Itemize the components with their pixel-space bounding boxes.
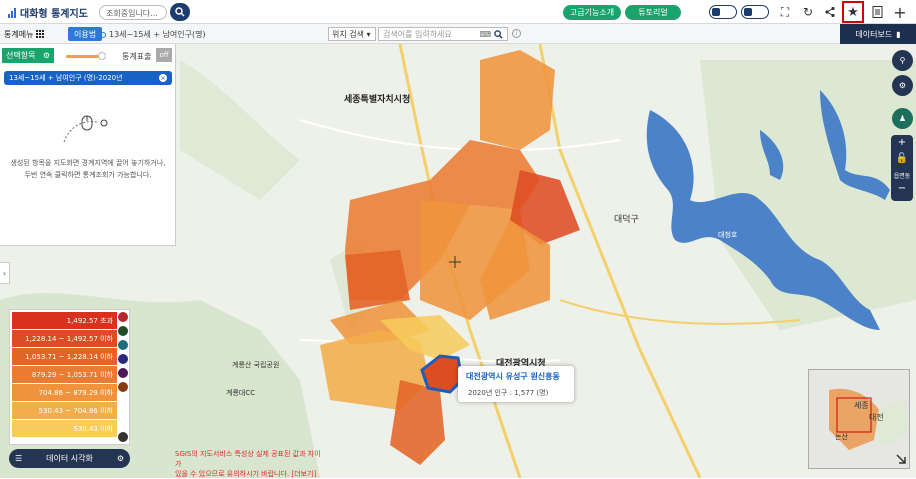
search-input[interactable]: 검색어를 입력하세요 ⌨	[378, 27, 508, 41]
stat-table-toggle[interactable]: off	[156, 48, 172, 62]
report-icon[interactable]	[869, 4, 885, 20]
stat-table-label: 통계표출	[122, 52, 152, 61]
zoom-in-button[interactable]: +	[891, 137, 913, 148]
map-label-gyeryong-cc: 계룡대CC	[226, 389, 256, 397]
app-title: 대화형 통계지도	[20, 9, 88, 20]
street-view-icon[interactable]: ♟	[892, 108, 913, 129]
single-map-toggle[interactable]	[709, 5, 737, 19]
radio-dot-icon	[100, 31, 106, 38]
chip-label: 13세~15세 + 남여인구 (명)-2020년	[9, 74, 123, 82]
zoom-level-label: 읍면동	[893, 173, 911, 180]
no-data-icon[interactable]	[118, 432, 128, 442]
legend-row[interactable]: 1,492.57 초과	[12, 312, 117, 329]
region-tooltip: 대전광역시 유성구 원신흥동 2020년 인구 : 1,577 (명)	[458, 366, 574, 402]
add-icon[interactable]: +	[892, 3, 908, 22]
usage-guide-button[interactable]: 이용법	[68, 27, 103, 41]
bookmark-star-button[interactable]: ★	[842, 1, 864, 23]
notice-text: SGIS의 지도서비스 특성상 실제 공표된 값과 차이가 있을 수 있으므로 …	[175, 450, 321, 478]
secondary-toolbar: 통계메뉴 이용법 13세~15세 + 남여인구(명) 위치 검색 ▾ 검색어를 …	[0, 24, 916, 44]
settings-gear-icon[interactable]: ⚙	[892, 75, 913, 96]
gear-icon: ⚙	[42, 51, 50, 60]
bar-chart-icon: ▮	[896, 29, 901, 39]
color-scheme-dot[interactable]	[118, 312, 128, 322]
select-item-label: 선택항목	[6, 51, 36, 60]
search-placeholder: 검색어를 입력하세요	[383, 29, 452, 39]
map-label-daedeok: 대덕구	[614, 215, 639, 225]
tutorial-button[interactable]: 튜토리얼	[625, 5, 681, 20]
help-text: 생성된 항목을 지도화면 경계지역에 끌어 놓기하거나, 두번 연속 클릭하면 …	[10, 159, 166, 179]
select-item-button[interactable]: 선택항목 ⚙	[2, 48, 54, 63]
search-icon[interactable]	[494, 29, 503, 39]
search-icon	[175, 7, 185, 17]
slider-handle[interactable]	[98, 52, 106, 60]
panel-expand-tab[interactable]: ›	[0, 262, 10, 284]
zoom-out-button[interactable]: −	[891, 183, 913, 194]
list-icon: ☰	[15, 454, 23, 463]
close-icon[interactable]: ×	[159, 74, 167, 82]
legend-row[interactable]: 879.29 ~ 1,053.71 이하	[12, 366, 117, 383]
color-scheme-dot[interactable]	[118, 326, 128, 336]
legend-row[interactable]: 530.43 ~ 704.86 이하	[12, 402, 117, 419]
color-scheme-dot[interactable]	[118, 340, 128, 350]
top-bar: 대화형 통계지도 조회중입니다... 고급기능소개 튜토리얼 ⛶ ↻ ★ +	[0, 0, 916, 24]
minimap-label-sejong: 세종	[854, 401, 869, 410]
refresh-icon[interactable]: ↻	[800, 4, 816, 20]
lock-icon[interactable]: 🔓	[891, 153, 913, 164]
minimap-canvas	[809, 370, 909, 468]
minimap-label-nonsan: 논산	[835, 433, 848, 441]
data-board-label: 데이터보드	[855, 29, 893, 39]
tooltip-region-name: 대전광역시 유성구 원신흥동	[466, 372, 560, 381]
select-panel: 선택항목 ⚙ 통계표출 off 13세~15세 + 남여인구 (명)-2020년…	[0, 44, 176, 246]
location-pin-icon[interactable]: ⚲	[892, 50, 913, 71]
stat-menu-label: 통계메뉴	[4, 29, 34, 39]
map-label-daecheong: 대청호	[718, 231, 738, 239]
color-scheme-dot[interactable]	[118, 382, 128, 392]
share-icon[interactable]	[822, 4, 838, 20]
color-scheme-dot[interactable]	[118, 368, 128, 378]
app-logo[interactable]: 대화형 통계지도	[8, 5, 88, 20]
color-scheme-dot[interactable]	[118, 354, 128, 364]
grid-icon	[36, 30, 45, 38]
minimap[interactable]: 세종 대전 논산	[808, 369, 910, 469]
map-label-gyeryong: 계룡산 국립공원	[232, 361, 280, 369]
map-label-sejong: 세종특별자치시청	[344, 95, 411, 105]
data-visualization-button[interactable]: ☰ 데이터 시각화 ⚙	[9, 449, 130, 468]
data-board-button[interactable]: 데이터보드 ▮	[840, 24, 916, 44]
legend-row[interactable]: 704.86 ~ 879.29 이하	[12, 384, 117, 401]
legend: 1,492.57 초과 1,228.14 ~ 1,492.57 이하 1,053…	[9, 309, 130, 445]
minimap-label-daejeon: 대전	[869, 413, 884, 422]
keyboard-icon[interactable]: ⌨	[479, 30, 491, 39]
zoom-control: + 🔓 읍면동 −	[891, 135, 913, 201]
legend-row[interactable]: 1,228.14 ~ 1,492.57 이하	[12, 330, 117, 347]
advanced-features-button[interactable]: 고급기능소개	[563, 5, 621, 20]
location-select[interactable]: 조회중입니다...	[99, 5, 167, 20]
location-search-button[interactable]	[170, 3, 190, 21]
legend-row[interactable]: 1,053.71 ~ 1,228.14 이하	[12, 348, 117, 365]
chart-bars-icon	[8, 7, 16, 18]
search-type-select[interactable]: 위치 검색 ▾	[328, 27, 376, 41]
data-visualization-label: 데이터 시각화	[46, 454, 93, 463]
stat-menu-button[interactable]: 통계메뉴	[4, 26, 45, 42]
info-icon[interactable]: i	[512, 29, 521, 38]
fullscreen-icon[interactable]: ⛶	[777, 4, 793, 20]
breadcrumb-text: 13세~15세 + 남여인구(명)	[109, 30, 206, 39]
opacity-slider[interactable]	[66, 55, 102, 58]
gear-icon: ⚙	[116, 454, 124, 463]
breadcrumb: 13세~15세 + 남여인구(명)	[100, 29, 206, 40]
drag-mouse-icon	[63, 115, 108, 143]
selected-stat-chip[interactable]: 13세~15세 + 남여인구 (명)-2020년 ×	[4, 71, 172, 85]
view-mode-toggles	[709, 5, 769, 20]
tooltip-value: 2020년 인구 : 1,577 (명)	[468, 389, 549, 397]
star-icon: ★	[847, 4, 859, 20]
legend-row[interactable]: 530.43 이하	[12, 420, 117, 437]
multi-map-toggle[interactable]	[741, 5, 769, 19]
